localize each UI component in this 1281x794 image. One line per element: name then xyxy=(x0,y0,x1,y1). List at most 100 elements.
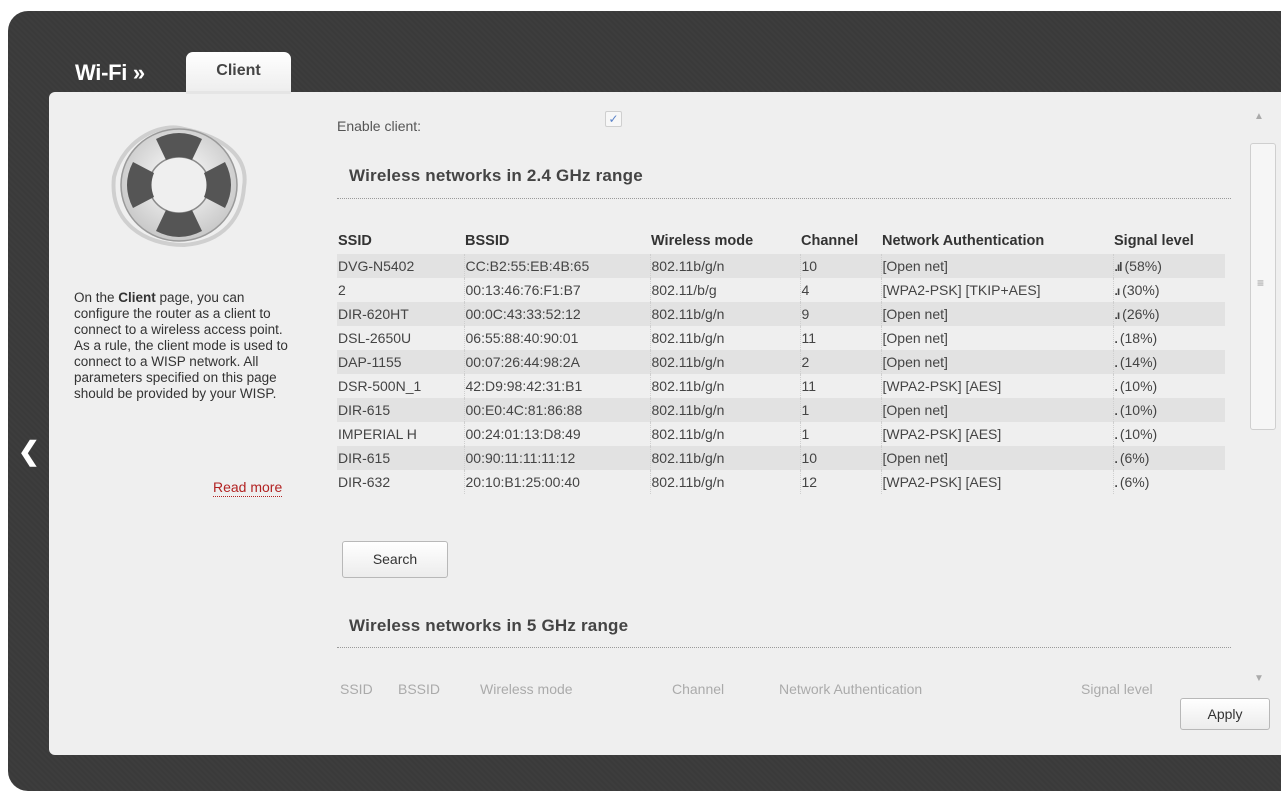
signal-value: (10%) xyxy=(1119,402,1158,418)
cell-ssid: DIR-620HT xyxy=(337,302,465,326)
cell-bssid: 00:E0:4C:81:86:88 xyxy=(464,398,651,422)
signal-bars-icon: . xyxy=(1114,452,1119,466)
cell-ssid: DIR-615 xyxy=(337,446,465,470)
cell-auth: [Open net] xyxy=(881,302,1114,326)
col-channel[interactable]: Channel xyxy=(800,224,881,254)
table-header-row: SSID BSSID Wireless mode Channel Network… xyxy=(337,224,1225,254)
section-divider-24ghz xyxy=(337,198,1231,199)
cell-signal: . (10%) xyxy=(1113,398,1225,422)
cell-mode: 802.11b/g/n xyxy=(650,302,801,326)
cell-channel: 9 xyxy=(800,302,882,326)
cell-ssid: DAP-1155 xyxy=(337,350,465,374)
cell-signal: . (10%) xyxy=(1113,374,1225,398)
cell-mode: 802.11b/g/n xyxy=(650,350,801,374)
col-ssid[interactable]: SSID xyxy=(337,224,464,254)
search-button[interactable]: Search xyxy=(342,541,448,578)
signal-value: (18%) xyxy=(1119,330,1158,346)
cell-auth: [WPA2-PSK] [TKIP+AES] xyxy=(881,278,1114,302)
col-signal-level[interactable]: Signal level xyxy=(1113,224,1225,254)
signal-bars-icon: . xyxy=(1114,356,1119,370)
section-divider-5ghz xyxy=(337,647,1231,648)
cell-channel: 12 xyxy=(800,470,882,494)
apply-button[interactable]: Apply xyxy=(1180,698,1270,730)
cell-mode: 802.11/b/g xyxy=(650,278,801,302)
cell-mode: 802.11b/g/n xyxy=(650,446,801,470)
scroll-up-icon[interactable]: ▲ xyxy=(1254,111,1264,122)
cell-channel: 1 xyxy=(800,422,882,446)
signal-value: (6%) xyxy=(1119,474,1150,490)
cell-mode: 802.11b/g/n xyxy=(650,326,801,350)
cell-auth: [WPA2-PSK] [AES] xyxy=(881,422,1114,446)
cell-ssid: IMPERIAL H xyxy=(337,422,465,446)
help-line2: As a rule, the client mode is used to co… xyxy=(74,338,288,401)
cell-mode: 802.11b/g/n xyxy=(650,398,801,422)
cell-signal: . (10%) xyxy=(1113,422,1225,446)
signal-bars-icon: . xyxy=(1114,428,1119,442)
signal-bars-icon: . xyxy=(1114,380,1119,394)
cell-channel: 10 xyxy=(800,446,882,470)
table-row[interactable]: DIR-632 20:10:B1:25:00:40 802.11b/g/n 12… xyxy=(337,470,1225,494)
scroll-down-icon[interactable]: ▼ xyxy=(1254,673,1264,684)
cell-bssid: 00:90:11:11:11:12 xyxy=(464,446,651,470)
cell-ssid: DSR-500N_1 xyxy=(337,374,465,398)
cell-channel: 1 xyxy=(800,398,882,422)
table-row[interactable]: DIR-615 00:E0:4C:81:86:88 802.11b/g/n 1 … xyxy=(337,398,1225,422)
col5-wireless-mode: Wireless mode xyxy=(480,681,573,697)
col-network-auth[interactable]: Network Authentication xyxy=(881,224,1113,254)
signal-value: (26%) xyxy=(1122,306,1160,322)
lifebuoy-icon xyxy=(111,125,247,248)
signal-value: (14%) xyxy=(1119,354,1158,370)
networks-table-24ghz: SSID BSSID Wireless mode Channel Network… xyxy=(337,224,1225,494)
col5-channel: Channel xyxy=(672,681,725,697)
cell-auth: [Open net] xyxy=(881,254,1114,278)
section-title-5ghz: Wireless networks in 5 GHz range xyxy=(349,616,629,635)
cell-bssid: 20:10:B1:25:00:40 xyxy=(464,470,651,494)
col-wireless-mode[interactable]: Wireless mode xyxy=(650,224,800,254)
scroll-grip-icon: ≡ xyxy=(1257,276,1265,290)
cell-bssid: 00:24:01:13:D8:49 xyxy=(464,422,651,446)
cell-mode: 802.11b/g/n xyxy=(650,422,801,446)
col5-bssid: BSSID xyxy=(398,681,441,697)
section-title-24ghz: Wireless networks in 2.4 GHz range xyxy=(349,166,643,185)
table-row[interactable]: DAP-1155 00:07:26:44:98:2A 802.11b/g/n 2… xyxy=(337,350,1225,374)
table-row[interactable]: DSL-2650U 06:55:88:40:90:01 802.11b/g/n … xyxy=(337,326,1225,350)
signal-bars-icon: . xyxy=(1114,404,1119,418)
signal-value: (58%) xyxy=(1124,258,1162,274)
cell-signal: . (6%) xyxy=(1113,446,1225,470)
cell-signal: .ı (26%) xyxy=(1113,302,1225,326)
help-text: On the Client page, you can configure th… xyxy=(74,290,298,402)
table-row[interactable]: DIR-615 00:90:11:11:11:12 802.11b/g/n 10… xyxy=(337,446,1225,470)
help-prefix: On the xyxy=(74,290,119,305)
table-row[interactable]: DSR-500N_1 42:D9:98:42:31:B1 802.11b/g/n… xyxy=(337,374,1225,398)
breadcrumb-wifi[interactable]: Wi-Fi » xyxy=(75,60,145,86)
table-row[interactable]: DVG-N5402 CC:B2:55:EB:4B:65 802.11b/g/n … xyxy=(337,254,1225,278)
col5-network-auth: Network Authentication xyxy=(779,681,923,697)
signal-value: (6%) xyxy=(1119,450,1150,466)
table-row[interactable]: 2 00:13:46:76:F1:B7 802.11/b/g 4 [WPA2-P… xyxy=(337,278,1225,302)
back-arrow-icon[interactable]: ❮ xyxy=(18,438,40,464)
col-bssid[interactable]: BSSID xyxy=(464,224,650,254)
enable-client-checkbox[interactable]: ✓ xyxy=(605,111,622,127)
tab-client[interactable]: Client xyxy=(186,52,291,94)
cell-channel: 2 xyxy=(800,350,882,374)
col5-signal-level: Signal level xyxy=(1081,681,1153,697)
signal-value: (30%) xyxy=(1122,282,1160,298)
cell-auth: [WPA2-PSK] [AES] xyxy=(881,470,1114,494)
help-bold: Client xyxy=(118,290,156,305)
table-row[interactable]: DIR-620HT 00:0C:43:33:52:12 802.11b/g/n … xyxy=(337,302,1225,326)
read-more-link[interactable]: Read more xyxy=(213,479,283,497)
cell-signal: .ıl (58%) xyxy=(1113,254,1225,278)
cell-signal: . (14%) xyxy=(1113,350,1225,374)
signal-bars-icon: .ıl xyxy=(1114,260,1123,274)
cell-auth: [Open net] xyxy=(881,326,1114,350)
cell-ssid: DIR-615 xyxy=(337,398,465,422)
cell-channel: 10 xyxy=(800,254,882,278)
enable-client-label: Enable client: xyxy=(337,118,422,134)
cell-bssid: 00:07:26:44:98:2A xyxy=(464,350,651,374)
cell-bssid: 00:0C:43:33:52:12 xyxy=(464,302,651,326)
cell-auth: [WPA2-PSK] [AES] xyxy=(881,374,1114,398)
cell-bssid: 00:13:46:76:F1:B7 xyxy=(464,278,651,302)
cell-ssid: DIR-632 xyxy=(337,470,465,494)
table-row[interactable]: IMPERIAL H 00:24:01:13:D8:49 802.11b/g/n… xyxy=(337,422,1225,446)
col5-ssid: SSID xyxy=(340,681,373,697)
